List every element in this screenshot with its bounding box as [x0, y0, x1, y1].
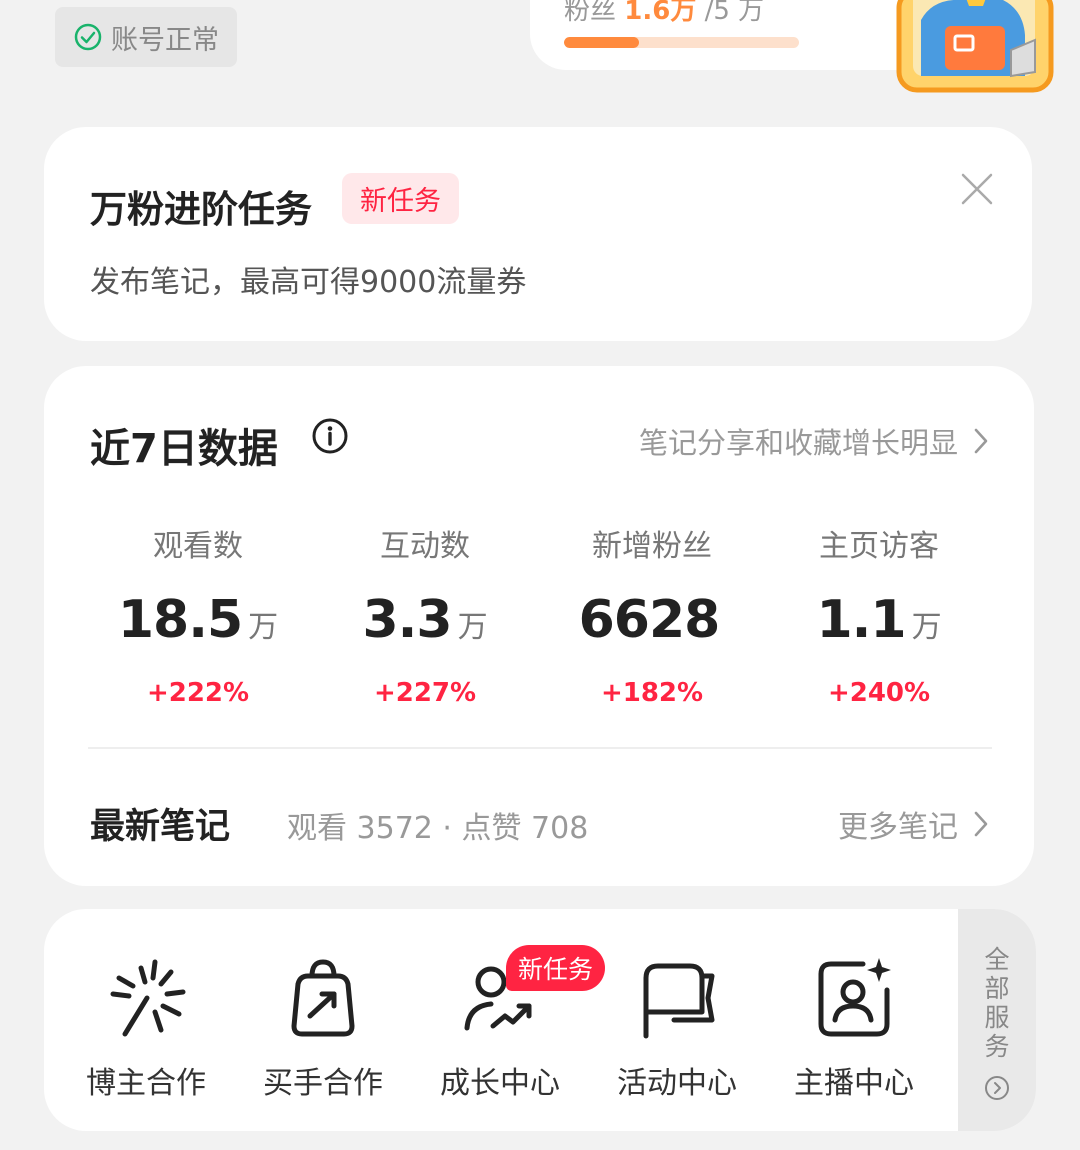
service-activity-center[interactable]: 活动中心: [589, 954, 765, 1102]
fans-progress-bar: [564, 37, 799, 48]
more-notes-link[interactable]: 更多笔记: [838, 802, 990, 846]
close-icon[interactable]: [960, 172, 994, 206]
metric-unit: 万: [457, 610, 488, 645]
divider: [88, 747, 992, 749]
check-circle-icon: [74, 23, 102, 51]
chevron-right-icon: [974, 811, 988, 837]
more-notes-label: 更多笔记: [838, 810, 958, 845]
growth-new-task-badge: 新任务: [506, 945, 606, 991]
metric-value: 1.1: [816, 590, 906, 650]
account-status-label: 账号正常: [111, 24, 219, 56]
metric-change: +222%: [146, 678, 250, 708]
metric-value-row: 3.3 万: [362, 590, 487, 656]
metric-change: +240%: [827, 678, 931, 708]
task-new-badge: 新任务: [342, 173, 459, 224]
fans-target: /5 万: [704, 0, 765, 26]
data-title: 近7日数据: [90, 426, 278, 472]
metric-unit: 万: [911, 610, 942, 645]
latest-notes-stats[interactable]: 观看 3572 · 点赞 708: [287, 803, 588, 847]
data-insight-link[interactable]: 笔记分享和收藏增长明显: [639, 420, 990, 462]
metric-label: 主页访客: [819, 529, 939, 564]
metric-views[interactable]: 观看数 18.5 万 +222%: [84, 526, 312, 708]
fans-progress-card[interactable]: 粉丝 1.6万 /5 万: [530, 0, 950, 70]
advance-task-card[interactable]: 万粉进阶任务 新任务 发布笔记，最高可得9000流量券: [44, 127, 1032, 341]
fans-label: 粉丝: [564, 0, 617, 26]
metric-change: +227%: [373, 678, 477, 708]
all-services-button[interactable]: 全部服务: [958, 909, 1036, 1131]
metric-value-row: 1.1 万: [816, 590, 941, 656]
service-label: 成长中心: [440, 1066, 560, 1101]
metric-change: +182%: [600, 678, 704, 708]
fans-current: 1.6万: [624, 0, 697, 26]
streamer-profile-icon: [818, 958, 891, 1037]
service-label: 博主合作: [86, 1066, 206, 1101]
flag-icon: [643, 963, 715, 1039]
latest-notes-title: 最新笔记: [90, 807, 231, 847]
chevron-right-icon: [974, 428, 988, 454]
service-blogger-cooperation[interactable]: 博主合作: [58, 954, 234, 1102]
service-buyer-cooperation[interactable]: 买手合作: [235, 954, 411, 1102]
services-card: 博主合作 买手合作 成长中心 新任务 活动中心 主播中心 全部服务: [44, 909, 1036, 1131]
service-label: 活动中心: [617, 1066, 737, 1101]
metric-label: 互动数: [380, 529, 470, 564]
metric-label: 新增粉丝: [592, 529, 712, 564]
account-status-chip[interactable]: 账号正常: [55, 7, 237, 67]
metric-profile-visitors[interactable]: 主页访客 1.1 万 +240%: [765, 526, 993, 708]
sparkle-burst-icon: [110, 959, 186, 1037]
task-subtitle: 发布笔记，最高可得9000流量券: [90, 265, 527, 300]
metrics-row: 观看数 18.5 万 +222% 互动数 3.3 万 +227% 新增粉丝 66…: [84, 526, 994, 708]
metric-value: 6628: [578, 590, 721, 650]
metric-value-row: 18.5 万: [118, 590, 278, 656]
metric-label: 观看数: [153, 529, 243, 564]
arrow-circle-right-icon: [985, 1076, 1009, 1100]
metric-value-row: 6628: [579, 590, 726, 656]
metric-value: 18.5: [117, 590, 243, 650]
shopping-bag-icon: [291, 959, 355, 1037]
seven-day-data-card: 近7日数据 笔记分享和收藏增长明显 观看数 18.5 万 +222% 互动数 3…: [44, 366, 1034, 886]
service-streamer-center[interactable]: 主播中心: [766, 954, 942, 1102]
fans-progress-text: 粉丝 1.6万 /5 万: [564, 0, 764, 27]
metric-interactions[interactable]: 互动数 3.3 万 +227%: [311, 526, 539, 708]
metric-unit: 万: [248, 610, 279, 645]
service-label: 买手合作: [263, 1066, 383, 1101]
metric-new-fans[interactable]: 新增粉丝 6628 +182%: [538, 526, 766, 708]
service-label: 主播中心: [794, 1066, 914, 1101]
all-services-label: 全部服务: [984, 945, 1010, 1061]
data-insight-text: 笔记分享和收藏增长明显: [638, 426, 958, 460]
task-title: 万粉进阶任务: [90, 188, 312, 231]
info-icon[interactable]: [311, 417, 349, 455]
fans-progress-fill: [564, 37, 640, 48]
metric-value: 3.3: [362, 590, 452, 650]
mascot-illustration[interactable]: [893, 0, 1058, 96]
